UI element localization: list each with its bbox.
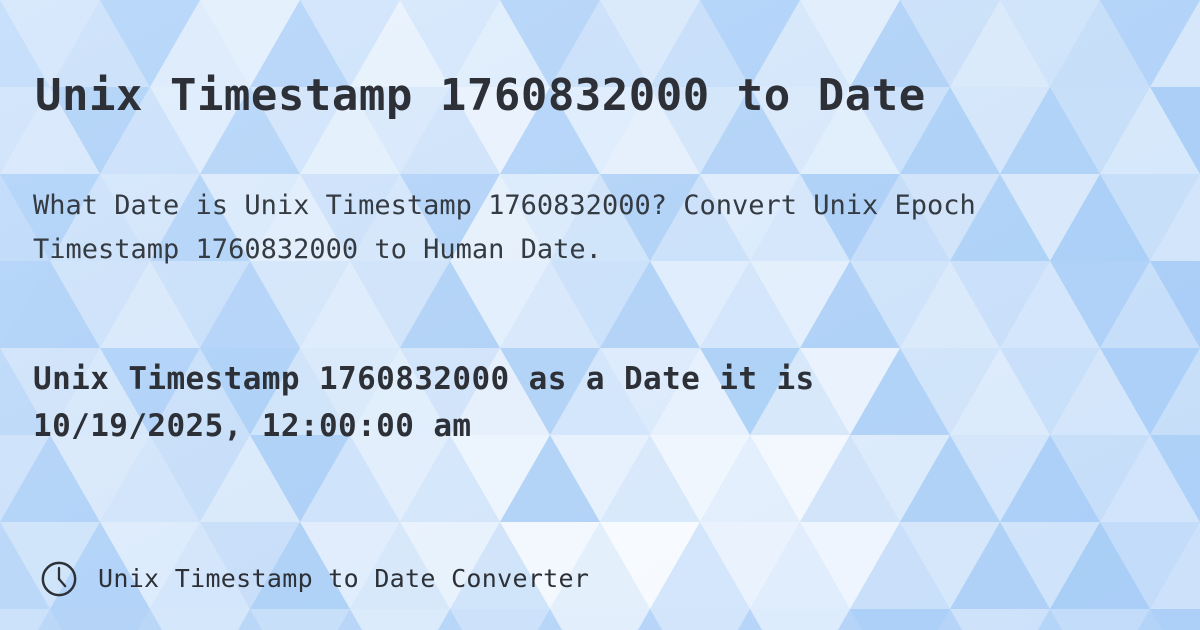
result-line-2: 10/19/2025, 12:00:00 am <box>33 408 472 444</box>
description-text: What Date is Unix Timestamp 1760832000? … <box>33 184 1173 272</box>
description-line-1: What Date is Unix Timestamp 1760832000? … <box>33 190 976 221</box>
footer-converter-link[interactable]: Unix Timestamp to Date Converter <box>40 560 589 598</box>
page-title: Unix Timestamp 1760832000 to Date <box>35 70 926 122</box>
result-line-1: Unix Timestamp 1760832000 as a Date it i… <box>33 361 815 397</box>
content-layer: Unix Timestamp 1760832000 to Date What D… <box>0 0 1200 630</box>
footer: Unix Timestamp to Date Converter <box>0 548 1200 610</box>
description-line-2: Timestamp 1760832000 to Human Date. <box>33 234 602 265</box>
clock-icon <box>41 561 77 597</box>
page-root: Unix Timestamp 1760832000 to Date What D… <box>0 0 1200 630</box>
footer-label: Unix Timestamp to Date Converter <box>98 564 590 593</box>
result-text: Unix Timestamp 1760832000 as a Date it i… <box>33 356 1153 450</box>
